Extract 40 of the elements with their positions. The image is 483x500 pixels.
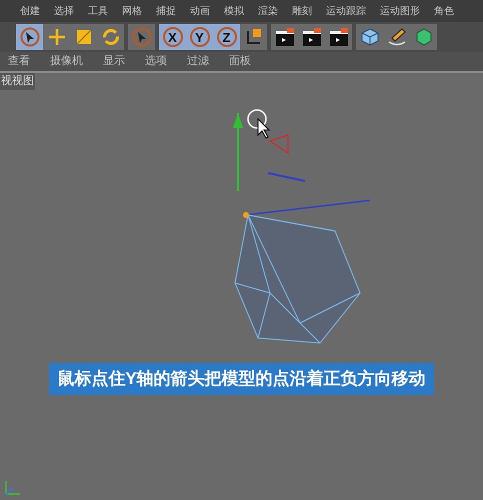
move-icon <box>46 27 66 47</box>
tool-button[interactable] <box>325 24 352 50</box>
menu-item[interactable]: 雕刻 <box>292 4 312 18</box>
menu-item[interactable]: 模拟 <box>224 4 244 18</box>
tool-button[interactable] <box>240 24 267 50</box>
viewport-menu-item[interactable]: 查看 <box>8 53 30 70</box>
axis-lock-button[interactable]: Y <box>186 24 213 50</box>
viewport-label: 视视图 <box>0 73 35 90</box>
cursor-icon <box>132 27 152 47</box>
menu-item[interactable]: 网格 <box>122 4 142 18</box>
tool-button[interactable] <box>271 24 298 50</box>
clapperboard-icon <box>274 27 296 47</box>
viewport-menu-item[interactable]: 摄像机 <box>50 53 83 70</box>
menu-item[interactable]: 运动跟踪 <box>326 4 366 18</box>
menu-item[interactable]: 角色 <box>434 4 454 18</box>
cursor-icon <box>20 27 40 47</box>
viewport-menu-item[interactable]: 选项 <box>145 53 167 70</box>
axis-gizmo-icon <box>4 478 22 496</box>
menu-item[interactable]: 创建 <box>20 4 40 18</box>
menu-item[interactable]: 选择 <box>54 4 74 18</box>
menu-item[interactable]: 动画 <box>190 4 210 18</box>
caption: 鼠标点住Y轴的箭头把模型的点沿着正负方向移动 <box>49 363 434 394</box>
menu-item[interactable]: 渲染 <box>258 4 278 18</box>
scale-icon <box>74 28 92 46</box>
tool-button[interactable] <box>16 24 43 50</box>
rotate-icon <box>100 27 120 47</box>
clapperboard-icon <box>300 27 322 47</box>
cube-icon <box>360 27 380 47</box>
viewport-menu-item[interactable]: 过滤 <box>187 53 209 70</box>
viewport-menu-item[interactable]: 显示 <box>103 53 125 70</box>
clapperboard-icon <box>328 27 350 47</box>
menu-item[interactable]: 工具 <box>88 4 108 18</box>
viewport-menu-item[interactable]: 面板 <box>229 53 251 70</box>
axis-lock-button[interactable]: Z <box>213 24 240 50</box>
menu-item[interactable]: 运动图形 <box>380 4 420 18</box>
menu-item[interactable]: 捕捉 <box>156 4 176 18</box>
mouse-cursor-icon <box>247 109 271 139</box>
axis-lock-button[interactable]: X <box>159 24 186 50</box>
gem-icon <box>414 27 434 47</box>
pen-icon <box>386 27 406 47</box>
